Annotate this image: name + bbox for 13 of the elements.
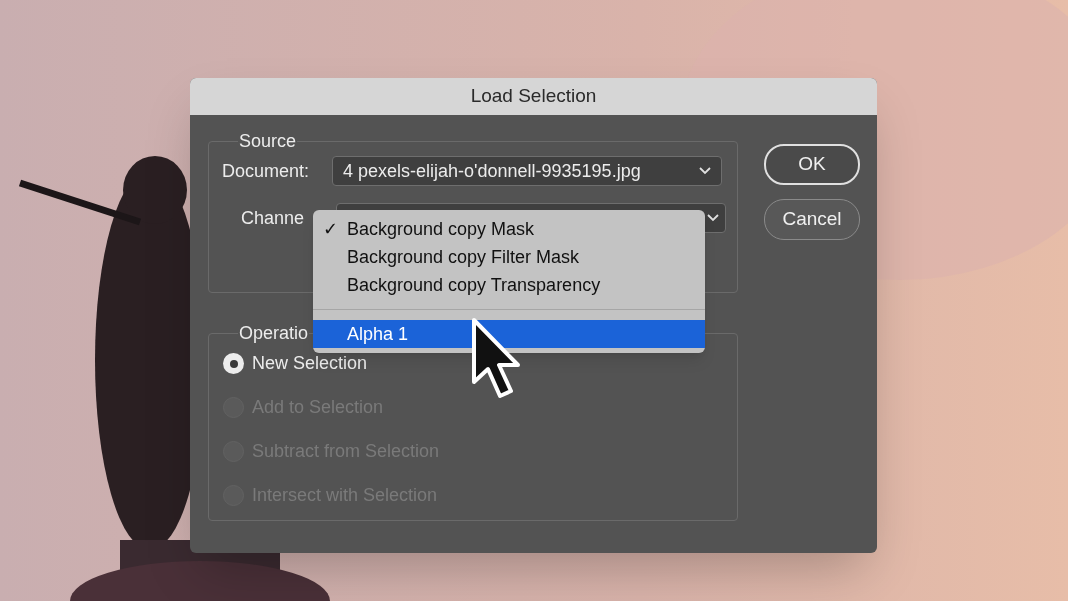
dialog-button[interactable]: Cancel: [764, 199, 860, 240]
menu-item[interactable]: ✓ Background copy Mask: [313, 215, 705, 243]
radio-option[interactable]: New Selection: [223, 352, 737, 375]
chevron-down-icon: [707, 214, 720, 222]
window-title: Load Selection: [470, 84, 597, 109]
field-label: Channe: [241, 206, 305, 230]
document-dropdown[interactable]: 4 pexels-elijah-o'donnell-9935195.jpg: [332, 156, 722, 186]
menu-item[interactable]: Background copy Transparency: [313, 271, 705, 299]
menu-item[interactable]: Background copy Filter Mask: [313, 243, 705, 271]
menu-item[interactable]: Alpha 1: [313, 320, 705, 348]
chevron-down-icon: [699, 167, 711, 175]
field-label: Document:: [222, 159, 311, 183]
dialog-button[interactable]: OK: [764, 144, 860, 185]
